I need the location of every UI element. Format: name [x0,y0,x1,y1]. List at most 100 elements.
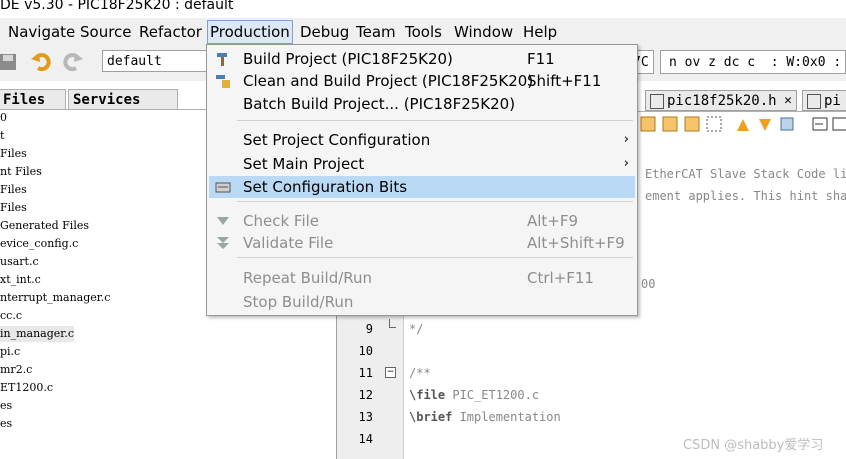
tab-files[interactable]: Files [0,89,66,109]
menu-item-set-project-configuration[interactable]: Set Project Configuration › [209,129,635,151]
line-number: 14 [358,432,373,446]
toggle-highlight-icon[interactable] [706,116,722,132]
fold-toggle-icon[interactable]: − [385,367,396,378]
menu-item-shortcut: Alt+F9 [527,212,579,230]
code-line: \file PIC_ET1200.c [409,387,539,403]
find-previous-icon[interactable] [640,116,656,132]
tree-item[interactable]: mr2.c [0,362,32,378]
tree-item[interactable]: pi.c [0,344,20,360]
menu-item-label: Check File [243,212,320,230]
menu-item-shortcut: Alt+Shift+F9 [527,234,625,252]
tree-item[interactable]: 0 [0,110,7,126]
menu-team[interactable]: Team [354,22,398,42]
tree-item[interactable]: es [0,416,12,432]
code-line: \brief Implementation [409,409,561,425]
code-fragment-hint: ement applies. This hint shall [645,189,846,203]
menu-item-label: Stop Build/Run [243,293,354,311]
tree-item[interactable]: Files [0,146,27,162]
line-number: 10 [358,344,373,358]
tree-item[interactable]: cc.c [0,308,22,324]
code-text: /** [409,366,431,380]
doc-keyword: \file [409,388,446,402]
menu-item-label: Build Project (PIC18F25K20) [243,50,453,68]
hammer-icon [215,51,231,67]
line-number: 9 [365,322,373,336]
menu-bar: Navigate Source Refactor Production Debu… [0,18,846,45]
shift-right-icon[interactable] [832,117,846,131]
header-file-icon [650,94,664,109]
doc-keyword: \brief [409,410,453,424]
config-bits-icon [215,179,231,195]
tree-item[interactable]: es [0,398,12,414]
menu-item-stop-build-run[interactable]: Stop Build/Run [209,291,635,313]
find-selection-icon[interactable] [684,116,700,132]
menu-debug[interactable]: Debug [298,22,351,42]
save-all-icon[interactable] [0,51,24,75]
line-number: 13 [358,410,373,424]
tab-services[interactable]: Services [68,89,178,109]
previous-bookmark-icon[interactable] [737,119,749,131]
tree-item[interactable]: nterrupt_manager.c [0,290,110,306]
tree-item[interactable]: Files [0,200,27,216]
undo-icon[interactable] [30,50,54,74]
menu-item-build-project-pic18f25k20[interactable]: Build Project (PIC18F25K20) F11 [209,48,635,70]
tab-label: pi [824,93,841,109]
configuration-combo[interactable]: default [102,50,212,72]
shift-left-icon[interactable] [812,117,828,131]
source-file-icon [807,94,821,109]
menu-item-validate-file[interactable]: Validate File Alt+Shift+F9 [209,232,635,254]
menu-production[interactable]: Production [207,20,293,44]
menu-item-shortcut: Ctrl+F11 [527,269,594,287]
menu-help[interactable]: Help [521,22,559,42]
menu-item-repeat-build-run[interactable]: Repeat Build/Run Ctrl+F11 [209,267,635,289]
menu-separator [237,257,633,258]
menu-item-label: Repeat Build/Run [243,269,373,287]
tree-item[interactable]: ET1200.c [0,380,53,396]
tree-item[interactable]: xt_int.c [0,272,41,288]
production-menu: Build Project (PIC18F25K20) F11 Clean and … [206,44,638,316]
menu-source[interactable]: Source [78,22,134,42]
menu-item-check-file[interactable]: Check File Alt+F9 [209,210,635,232]
menu-item-label: Set Configuration Bits [243,178,408,196]
menu-tools[interactable]: Tools [403,22,444,42]
line-number: 11 [358,366,373,380]
submenu-arrow-icon: › [623,156,629,171]
validate-file-icon [215,235,231,251]
tree-item[interactable]: t [0,128,4,144]
code-text: Implementation [452,410,561,424]
status-register-display: n ov z dc c : W:0x0 : [660,50,846,74]
tab-pic18f25k20-h[interactable]: pic18f25k20.h ✕ [645,90,797,111]
menu-item-label: Clean and Build Project (PIC18F25K20) [243,72,534,90]
menu-navigate[interactable]: Navigate [6,22,77,42]
find-next-icon[interactable] [662,116,678,132]
menu-item-label: Set Main Project [243,155,365,173]
tree-item[interactable]: usart.c [0,254,39,270]
menu-item-set-main-project[interactable]: Set Main Project › [209,153,635,175]
toggle-bookmark-icon[interactable] [780,117,794,131]
close-icon[interactable]: ✕ [784,91,792,110]
broom-icon [215,73,231,89]
tab-next-file[interactable]: pi [802,90,846,111]
menu-item-set-configuration-bits[interactable]: Set Configuration Bits [209,176,635,198]
menu-refactor[interactable]: Refactor [137,22,204,42]
window-title: DE v5.30 - PIC18F25K20 : default [0,0,234,13]
menu-item-batch-build-project-pic18f25k20[interactable]: Batch Build Project... (PIC18F25K20) [209,93,635,115]
tree-item[interactable]: Files [0,182,27,198]
next-bookmark-icon[interactable] [759,119,771,131]
editor-toolbar [637,113,846,139]
menu-item-clean-and-build-project-pic18f25k20[interactable]: Clean and Build Project (PIC18F25K20) Shi… [209,70,635,92]
menu-item-label: Batch Build Project... (PIC18F25K20) [243,95,516,113]
tree-item[interactable]: in_manager.c [0,326,74,342]
redo-icon[interactable] [62,50,86,74]
menu-separator [237,120,633,121]
tree-item[interactable]: Generated Files [0,218,89,234]
menu-item-label: Set Project Configuration [243,131,431,149]
menu-window[interactable]: Window [452,22,515,42]
title-bar: DE v5.30 - PIC18F25K20 : default [0,0,846,18]
code-line: */ [409,321,423,337]
code-text: */ [409,322,424,336]
tree-item[interactable]: nt Files [0,164,42,180]
submenu-arrow-icon: › [623,132,629,147]
tab-label: pic18f25k20.h [667,93,777,109]
tree-item[interactable]: evice_config.c [0,236,78,252]
